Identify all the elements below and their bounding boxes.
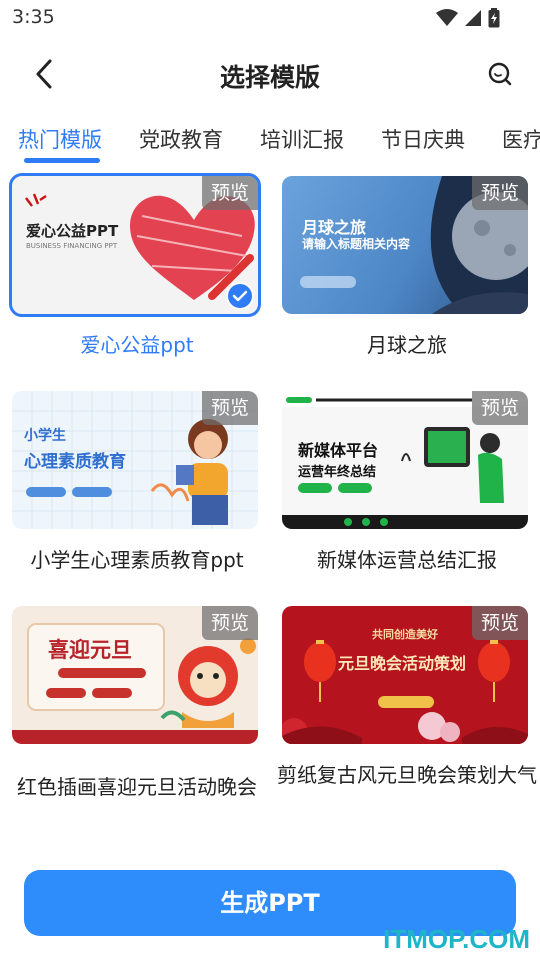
tab-party-education[interactable]: 党政教育	[139, 124, 223, 154]
search-icon	[488, 62, 512, 86]
preview-badge[interactable]: 预览	[202, 176, 258, 210]
active-tab-indicator	[24, 158, 100, 163]
slide-heading: 小学生	[24, 428, 66, 444]
tab-festival[interactable]: 节日庆典	[381, 124, 465, 154]
slide-subtitle: BUSINESS FINANCING PPT	[26, 242, 118, 250]
watermark: ITMOP.COM	[383, 924, 530, 954]
template-thumbnail[interactable]: 爱心公益PPT BUSINESS FINANCING PPT 预览	[9, 173, 261, 317]
slide-heading: 月球之旅	[302, 218, 367, 237]
slide-subtitle: 心理素质教育	[24, 452, 126, 472]
template-thumbnail[interactable]: 共同创造美好 元旦晚会活动策划 预览	[282, 606, 528, 744]
preview-badge[interactable]: 预览	[472, 391, 528, 425]
preview-badge[interactable]: 预览	[202, 606, 258, 640]
template-thumbnail[interactable]: 新媒体平台 运营年终总结 预览	[282, 391, 528, 529]
template-title[interactable]: 爱心公益ppt	[6, 332, 268, 358]
slide-heading: 新媒体平台	[298, 441, 379, 460]
page-title: 选择模版	[219, 63, 320, 92]
slide-heading: 喜迎元旦	[48, 638, 132, 662]
slide-tagline: 共同创造美好	[372, 628, 438, 641]
template-title[interactable]: 红色插画喜迎元旦活动晚会	[6, 774, 268, 800]
slide-subtitle: 运营年终总结	[298, 465, 377, 480]
preview-badge[interactable]: 预览	[202, 391, 258, 425]
slide-heading: 元旦晚会活动策划	[338, 654, 467, 673]
search-button[interactable]	[482, 56, 518, 92]
category-tabs: 热门模版 党政教育 培训汇报 节日庆典 医疗	[0, 118, 540, 166]
header: 选择模版	[0, 44, 540, 104]
tab-hot[interactable]: 热门模版	[18, 124, 102, 154]
preview-badge[interactable]: 预览	[472, 176, 528, 210]
battery-icon	[488, 8, 500, 28]
slide-heading: 爱心公益PPT	[26, 222, 119, 240]
template-thumbnail[interactable]: 喜迎元旦 预览	[12, 606, 258, 744]
template-thumbnail[interactable]: 月球之旅 请输入标题相关内容 预览	[282, 176, 528, 314]
check-icon	[232, 290, 248, 302]
template-title[interactable]: 小学生心理素质教育ppt	[6, 547, 268, 573]
selected-check-badge	[226, 282, 254, 310]
tab-medical[interactable]: 医疗	[502, 124, 540, 154]
tab-training-report[interactable]: 培训汇报	[260, 124, 344, 154]
template-thumbnail[interactable]: 小学生 心理素质教育 预览	[12, 391, 258, 529]
status-time: 3:35	[12, 6, 55, 28]
preview-badge[interactable]: 预览	[472, 606, 528, 640]
wifi-icon	[436, 9, 458, 26]
status-bar: 3:35	[0, 0, 540, 36]
status-icons	[436, 8, 500, 28]
signal-icon	[465, 10, 481, 26]
slide-subtitle: 请输入标题相关内容	[302, 237, 411, 251]
template-title[interactable]: 新媒体运营总结汇报	[276, 547, 538, 573]
template-title[interactable]: 月球之旅	[276, 332, 538, 358]
template-title[interactable]: 剪纸复古风元旦晚会策划大气	[276, 762, 538, 788]
